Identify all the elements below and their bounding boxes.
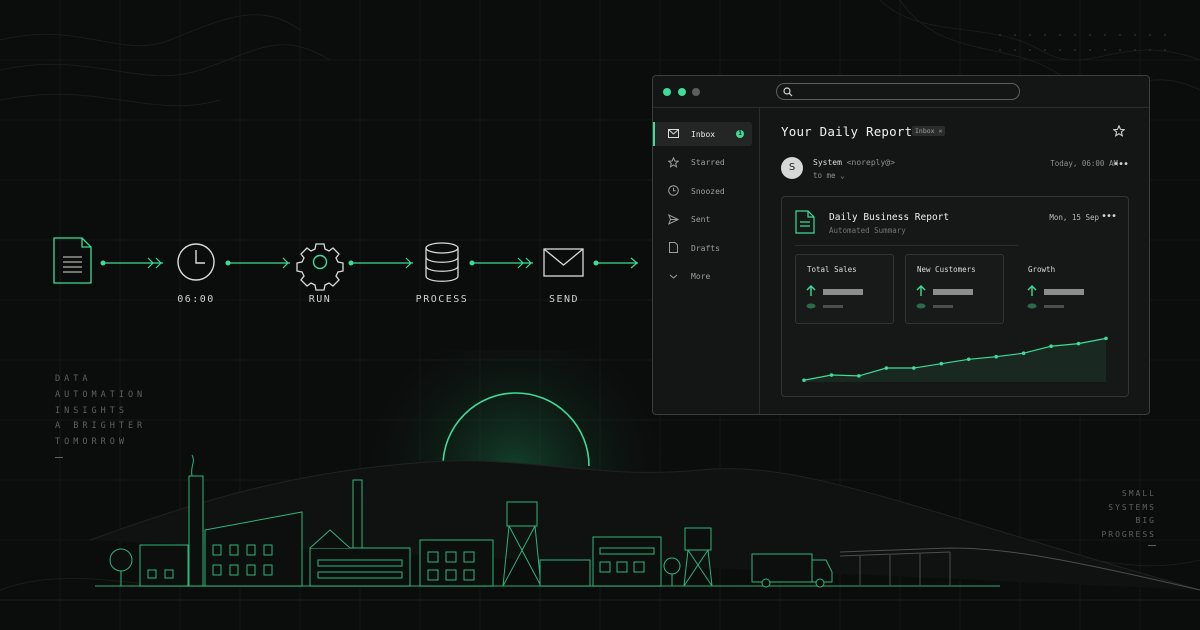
sidebar-item-inbox[interactable]: Inbox 1 bbox=[653, 122, 752, 146]
sidebar-item-label: More bbox=[691, 272, 711, 281]
metric-total-sales: Total Sales bbox=[795, 254, 894, 324]
chart-point bbox=[994, 354, 998, 359]
metric-sub-placeholder bbox=[823, 305, 843, 308]
tagline-line: INSIGHTS bbox=[55, 405, 128, 416]
arrow-up-icon bbox=[806, 285, 816, 296]
metric-label: Growth bbox=[1028, 265, 1056, 274]
metric-new-customers: New Customers bbox=[905, 254, 1004, 324]
metric-growth: Growth bbox=[1016, 254, 1115, 324]
mail-sidebar: Inbox 1 Starred Snoozed Sent Drafts More bbox=[653, 108, 760, 414]
pipeline-label-run: RUN bbox=[308, 294, 332, 305]
more-options-icon[interactable]: ••• bbox=[1101, 211, 1117, 222]
chart-point bbox=[939, 361, 944, 366]
email-subject: Your Daily Report bbox=[781, 124, 913, 139]
metric-sub-placeholder bbox=[933, 305, 953, 308]
inbox-unread-badge: 1 bbox=[736, 130, 744, 138]
chart-point bbox=[912, 366, 916, 370]
sidebar-item-label: Inbox bbox=[691, 129, 716, 139]
sidebar-item-sent[interactable]: Sent bbox=[653, 208, 752, 232]
chart-point bbox=[966, 357, 971, 362]
chart-point bbox=[802, 378, 806, 383]
window-minimize-button[interactable] bbox=[678, 88, 686, 96]
tagline-line: PROGRESS bbox=[1101, 529, 1156, 539]
star-icon[interactable] bbox=[1113, 125, 1125, 137]
inbox-icon bbox=[668, 129, 679, 138]
window-close-button[interactable] bbox=[663, 88, 671, 96]
chart-point bbox=[829, 373, 834, 377]
draft-icon bbox=[669, 242, 678, 253]
pipeline-label-process: PROCESS bbox=[415, 294, 469, 305]
tagline-line: SMALL bbox=[1121, 489, 1156, 498]
chart-point bbox=[1104, 336, 1108, 341]
email-view: Your Daily Report Inbox × S System <nore… bbox=[761, 108, 1149, 414]
sidebar-item-label: Starred bbox=[691, 158, 725, 167]
sender-line: System <noreply@> bbox=[813, 158, 895, 167]
window-maximize-button[interactable] bbox=[692, 88, 700, 96]
divider bbox=[795, 245, 1018, 246]
star-icon bbox=[668, 156, 679, 168]
chart-point bbox=[1049, 344, 1053, 349]
label-tag-inbox[interactable]: Inbox × bbox=[912, 126, 946, 136]
email-date: Today, 06:00 AM bbox=[1050, 159, 1118, 168]
recipient-dropdown[interactable]: to me ⌄ bbox=[813, 171, 845, 180]
tagline-line: SYSTEMS bbox=[1108, 502, 1156, 512]
sender-name: System bbox=[813, 158, 842, 167]
tagline-dash bbox=[55, 456, 63, 458]
report-subtitle: Automated Summary bbox=[829, 226, 906, 235]
sidebar-item-label: Snoozed bbox=[691, 186, 725, 196]
more-options-icon[interactable]: ••• bbox=[1113, 159, 1129, 170]
chart-point bbox=[884, 366, 889, 370]
send-icon bbox=[668, 213, 679, 225]
sidebar-item-snoozed[interactable]: Snoozed bbox=[653, 179, 752, 203]
chart-point bbox=[1076, 341, 1081, 346]
pipeline-label-send: SEND bbox=[548, 294, 580, 305]
chart-point bbox=[1021, 351, 1026, 355]
arrow-up-icon bbox=[916, 285, 926, 296]
search-bar bbox=[776, 83, 1020, 100]
chevron-down-icon bbox=[669, 274, 678, 279]
sidebar-item-label: Sent bbox=[691, 215, 711, 224]
arrow-up-icon bbox=[1027, 285, 1037, 296]
metric-label: Total Sales bbox=[807, 265, 857, 274]
metric-label: New Customers bbox=[917, 265, 976, 274]
eye-icon bbox=[806, 303, 816, 309]
metric-value-placeholder bbox=[823, 289, 863, 295]
growth-line-chart bbox=[802, 336, 1108, 383]
search-icon bbox=[783, 87, 793, 97]
tagline-left: DATA AUTOMATION INSIGHTS A BRIGHTER TOMO… bbox=[55, 372, 146, 458]
tagline-line: TOMORROW bbox=[55, 437, 128, 448]
tagline-line: A BRIGHTER bbox=[55, 421, 147, 432]
tagline-line: DATA bbox=[55, 374, 92, 384]
report-date: Mon, 15 Sep bbox=[1049, 213, 1099, 222]
tagline-dash bbox=[1148, 545, 1156, 546]
metric-value-placeholder bbox=[933, 289, 973, 295]
search-input[interactable] bbox=[797, 85, 1012, 98]
eye-icon bbox=[916, 303, 926, 309]
avatar: S bbox=[781, 157, 803, 179]
metric-value-placeholder bbox=[1044, 289, 1084, 295]
report-title: Daily Business Report bbox=[829, 212, 950, 223]
document-icon bbox=[795, 210, 815, 234]
eye-icon bbox=[1027, 303, 1037, 309]
sidebar-item-starred[interactable]: Starred bbox=[653, 151, 752, 175]
metric-sub-placeholder bbox=[1044, 305, 1064, 308]
email-window: Inbox 1 Starred Snoozed Sent Drafts More… bbox=[652, 75, 1150, 415]
sidebar-item-drafts[interactable]: Drafts bbox=[653, 236, 752, 260]
sender-address: <noreply@> bbox=[846, 158, 895, 167]
chart-point bbox=[857, 374, 861, 378]
window-titlebar bbox=[653, 76, 1149, 108]
clock-icon bbox=[668, 185, 679, 196]
pipeline-label-time: 06:00 bbox=[177, 294, 215, 305]
sidebar-item-more[interactable]: More bbox=[653, 265, 752, 289]
tagline-line: AUTOMATION bbox=[55, 389, 147, 400]
tagline-line: BIG bbox=[1135, 516, 1156, 525]
sidebar-item-label: Drafts bbox=[691, 243, 720, 253]
report-card: Daily Business Report Automated Summary … bbox=[781, 196, 1129, 397]
tagline-right: SMALL SYSTEMS BIG PROGRESS bbox=[1101, 487, 1156, 546]
